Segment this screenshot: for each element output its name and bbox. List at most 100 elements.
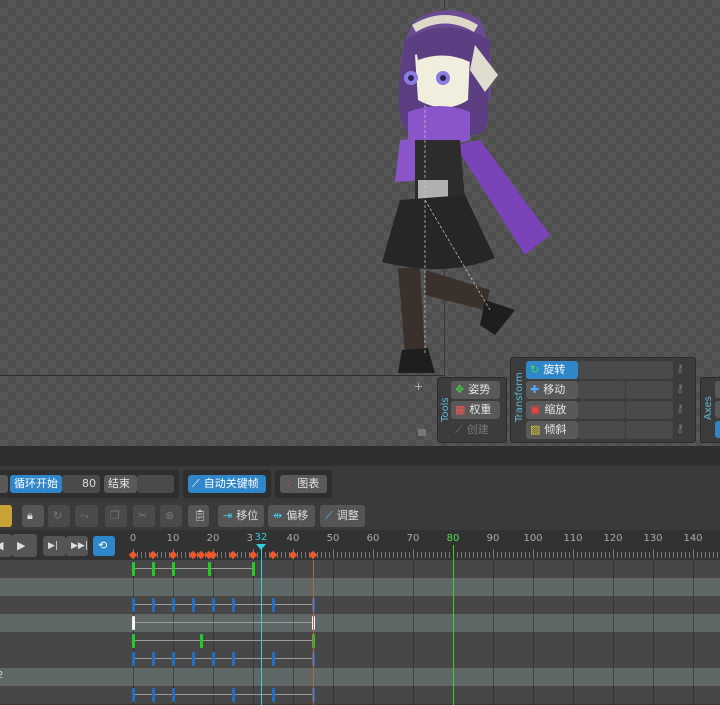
scale-y-field[interactable] — [626, 401, 673, 419]
ruler-tick — [553, 552, 554, 558]
summary-keyframe[interactable] — [288, 550, 298, 560]
shift-button[interactable]: ⇹ 偏移 — [268, 505, 315, 527]
summary-keyframe[interactable] — [168, 550, 178, 560]
cut-button[interactable]: ✂ — [133, 505, 155, 527]
axes-world-button[interactable] — [715, 421, 720, 438]
adjust-button[interactable]: ⟋ 调整 — [320, 505, 365, 527]
delete-button[interactable]: ⊗ — [160, 505, 182, 527]
track-row[interactable] — [0, 632, 720, 650]
loop-marker[interactable] — [453, 545, 454, 560]
filter-button[interactable] — [0, 505, 12, 527]
keyframe[interactable] — [272, 688, 275, 702]
ruler-label: 100 — [523, 533, 543, 544]
keyframe[interactable] — [272, 652, 275, 666]
ruler-label: 140 — [683, 533, 703, 544]
ruler-tick — [401, 552, 402, 558]
track-row[interactable] — [0, 650, 720, 668]
track-row[interactable] — [0, 560, 720, 578]
translate-y-field[interactable] — [626, 381, 673, 399]
keyframe[interactable] — [212, 652, 215, 666]
key-icon[interactable]: ⚷ — [676, 402, 684, 415]
timeline-ruler[interactable]: 010203040506070809010011012013014032 — [0, 530, 720, 560]
keyframe[interactable] — [132, 652, 135, 666]
shear-y-field[interactable] — [626, 421, 673, 439]
ruler-tick — [661, 552, 662, 558]
axes-parent-button[interactable] — [715, 401, 720, 418]
curve-button[interactable]: ⤳ — [75, 505, 98, 527]
summary-keyframe[interactable] — [148, 550, 158, 560]
lock-icon[interactable] — [418, 429, 426, 436]
loop-key-button[interactable]: ↻ — [48, 505, 70, 527]
summary-keyframe[interactable] — [248, 550, 258, 560]
summary-keyframe[interactable] — [228, 550, 238, 560]
keyframe[interactable] — [252, 562, 255, 576]
paste-button[interactable]: 📋︎ — [188, 505, 209, 527]
translate-button[interactable]: ✚ 移动 — [526, 381, 578, 399]
keyframe[interactable] — [132, 634, 135, 648]
keyframe[interactable] — [172, 688, 175, 702]
offset-button[interactable]: ⇥ 移位 — [218, 505, 264, 527]
keyframe[interactable] — [212, 598, 215, 612]
loop-start-button[interactable]: 循环开始 — [10, 475, 62, 493]
weights-button[interactable]: ▦ 权重 — [451, 401, 500, 419]
grid-line — [213, 560, 214, 705]
keyframe[interactable] — [200, 634, 203, 648]
keyframe[interactable] — [232, 598, 235, 612]
key-icon[interactable]: ⚷ — [676, 362, 684, 375]
shear-x-field[interactable] — [578, 421, 625, 439]
loop-end-button[interactable]: 结束 — [104, 475, 137, 493]
character-skeleton[interactable] — [370, 0, 570, 380]
pose-button[interactable]: ✥ 姿势 — [451, 381, 500, 399]
track-row[interactable] — [0, 686, 720, 704]
translate-x-field[interactable] — [578, 381, 625, 399]
keyframe[interactable] — [172, 562, 175, 576]
keyframe[interactable] — [232, 652, 235, 666]
scale-button[interactable]: ▣ 缩放 — [526, 401, 578, 419]
loop-start-field[interactable]: 80 — [62, 475, 100, 493]
auto-key-button[interactable]: ⟋ 自动关键帧 — [188, 475, 266, 493]
summary-keyframe[interactable] — [268, 550, 278, 560]
summary-keyframe[interactable] — [128, 550, 138, 560]
ruler-tick — [421, 552, 422, 558]
track-row[interactable]: 2 — [0, 668, 720, 686]
keyframe[interactable] — [172, 598, 175, 612]
axes-local-button[interactable] — [715, 381, 720, 398]
track-row[interactable] — [0, 596, 720, 614]
keyframe[interactable] — [152, 598, 155, 612]
scale-x-field[interactable] — [578, 401, 625, 419]
ruler-tick — [505, 552, 506, 558]
loop-end-field[interactable] — [137, 475, 174, 493]
keyframe[interactable] — [232, 688, 235, 702]
partial-button[interactable] — [0, 475, 8, 493]
ruler-tick — [349, 552, 350, 558]
ruler-tick — [633, 552, 634, 558]
summary-keyframe[interactable] — [308, 550, 318, 560]
lock-button[interactable]: 🔒︎ — [22, 505, 44, 527]
keyframe[interactable] — [152, 562, 155, 576]
rotate-value-field[interactable] — [578, 361, 673, 379]
keyframe[interactable] — [152, 652, 155, 666]
keyframe[interactable] — [192, 652, 195, 666]
key-icon[interactable]: ⚷ — [676, 422, 684, 435]
ruler-tick — [141, 552, 142, 558]
keyframe[interactable] — [132, 562, 135, 576]
keyframe[interactable] — [172, 652, 175, 666]
keyframe[interactable] — [208, 562, 211, 576]
create-button[interactable]: ⟋ 创建 — [451, 421, 500, 439]
keyframe[interactable] — [132, 688, 135, 702]
copy-button[interactable]: ❐ — [105, 505, 127, 527]
keyframe[interactable] — [192, 598, 195, 612]
key-icon[interactable]: ⚷ — [676, 382, 684, 395]
shear-button[interactable]: ▨ 倾斜 — [526, 421, 578, 439]
track-row[interactable] — [0, 614, 720, 632]
keyframe[interactable] — [132, 616, 135, 630]
ruler-tick — [501, 552, 502, 558]
graph-button[interactable]: ⁘ 图表 — [280, 475, 327, 493]
transform-panel: Transform ↻ 旋转 ✚ 移动 ▣ 缩放 ▨ 倾斜 ⚷ ⚷ ⚷ ⚷ — [510, 357, 696, 443]
keyframe[interactable] — [152, 688, 155, 702]
keyframe[interactable] — [272, 598, 275, 612]
rotate-button[interactable]: ↻ 旋转 — [526, 361, 578, 379]
tools-panel: Tools ✥ 姿势 ▦ 权重 ⟋ 创建 — [437, 377, 507, 443]
keyframe[interactable] — [132, 598, 135, 612]
track-row[interactable] — [0, 578, 720, 596]
